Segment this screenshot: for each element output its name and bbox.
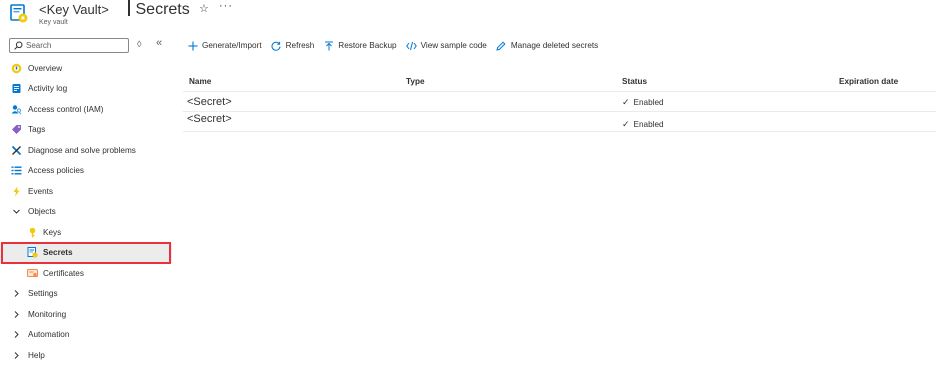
secret-name-link[interactable]: <Secret> (187, 113, 232, 125)
title-divider (128, 0, 130, 16)
edit-icon (496, 40, 507, 51)
lightning-icon (11, 186, 22, 197)
list-icon (11, 165, 22, 176)
secret-name-link[interactable]: <Secret> (187, 96, 232, 108)
sidebar-item-label: Tags (28, 125, 46, 135)
refresh-label: Refresh (285, 41, 315, 50)
sort-toggle-icon[interactable]: ◊ (137, 39, 141, 49)
manage-deleted-secrets-button[interactable]: Manage deleted secrets (496, 40, 598, 51)
sidebar-item-label: Automation (28, 330, 70, 340)
favorite-star-icon[interactable]: ☆ (199, 2, 209, 15)
column-header-expiration[interactable]: Expiration date (839, 77, 898, 86)
sidebar-item-secrets[interactable]: Secrets (0, 242, 172, 263)
table-row[interactable]: <Secret> ✓ Enabled (183, 92, 936, 112)
view-sample-code-label: View sample code (420, 41, 487, 50)
chevron-right-icon (11, 309, 22, 320)
chevron-right-icon (11, 350, 22, 361)
checkmark-icon: ✓ (622, 97, 630, 107)
sidebar-item-label: Keys (43, 227, 62, 237)
table-header: Name Type Status Expiration date (183, 72, 936, 92)
overview-icon (11, 63, 22, 74)
checkmark-icon: ✓ (622, 119, 630, 129)
status-text: Enabled (633, 120, 664, 129)
column-header-status[interactable]: Status (622, 77, 647, 86)
sidebar-item-label: Certificates (43, 268, 84, 278)
plus-icon (187, 40, 198, 51)
sidebar-item-label: Diagnose and solve problems (28, 145, 136, 155)
chevron-right-icon (11, 288, 22, 299)
generate-import-button[interactable]: Generate/Import (187, 40, 262, 51)
code-icon (405, 40, 417, 51)
refresh-button[interactable]: Refresh (271, 40, 315, 51)
resource-type: Key vault (39, 19, 68, 26)
upload-icon (323, 40, 334, 51)
sidebar-item-events[interactable]: Events (0, 181, 172, 202)
secret-icon (27, 247, 38, 258)
command-bar: Generate/Import Refresh Restore Backup V… (187, 38, 607, 53)
secrets-table: Name Type Status Expiration date <Secret… (183, 72, 936, 132)
sidebar-group-settings[interactable]: Settings (0, 284, 172, 305)
view-sample-code-button[interactable]: View sample code (405, 40, 487, 51)
certificate-icon (27, 268, 38, 279)
sidebar-nav: Overview Activity log Access control (IA… (0, 58, 172, 366)
wrench-icon (11, 145, 22, 156)
status-cell: ✓ Enabled (622, 119, 664, 130)
more-options-icon[interactable]: ··· (219, 0, 233, 12)
table-row[interactable]: <Secret> ✓ Enabled (183, 112, 936, 132)
sidebar-item-label: Help (28, 350, 45, 360)
key-icon (27, 227, 38, 238)
collapse-sidebar-icon[interactable]: « (156, 37, 162, 49)
sidebar-item-label: Secrets (43, 248, 73, 258)
sidebar-group-monitoring[interactable]: Monitoring (0, 304, 172, 325)
sidebar-item-label: Access control (IAM) (28, 104, 104, 114)
restore-backup-button[interactable]: Restore Backup (323, 40, 397, 51)
sidebar-item-label: Objects (28, 207, 56, 217)
sidebar-item-diagnose[interactable]: Diagnose and solve problems (0, 140, 172, 161)
sidebar-item-overview[interactable]: Overview (0, 58, 172, 79)
sidebar-item-label: Events (28, 186, 54, 196)
chevron-down-icon (11, 206, 22, 217)
sidebar-item-access-policies[interactable]: Access policies (0, 161, 172, 182)
sidebar-group-objects[interactable]: Objects (0, 202, 172, 223)
sidebar-item-tags[interactable]: Tags (0, 120, 172, 141)
search-input[interactable] (26, 41, 126, 50)
sidebar-item-certificates[interactable]: Certificates (0, 263, 172, 284)
sidebar-group-automation[interactable]: Automation (0, 325, 172, 346)
chevron-right-icon (11, 329, 22, 340)
column-header-type[interactable]: Type (406, 77, 425, 86)
column-header-name[interactable]: Name (189, 77, 211, 86)
refresh-icon (271, 40, 282, 51)
search-icon (14, 41, 23, 50)
page-title: Secrets (128, 0, 190, 19)
manage-deleted-secrets-label: Manage deleted secrets (510, 41, 599, 50)
sidebar-item-label: Activity log (28, 84, 68, 94)
sidebar-search[interactable] (9, 38, 129, 53)
status-cell: ✓ Enabled (622, 97, 664, 108)
sidebar-item-keys[interactable]: Keys (0, 222, 172, 243)
sidebar-item-activity-log[interactable]: Activity log (0, 79, 172, 100)
restore-backup-label: Restore Backup (338, 41, 397, 50)
page-header: <Key Vault> Key vault Secrets ☆ ··· (0, 0, 936, 34)
activity-log-icon (11, 83, 22, 94)
sidebar-item-label: Settings (28, 289, 58, 299)
access-control-icon (11, 104, 22, 115)
resource-name: <Key Vault> (39, 2, 109, 17)
sidebar-item-label: Monitoring (28, 309, 67, 319)
key-vault-icon (9, 3, 29, 25)
status-text: Enabled (633, 98, 664, 107)
sidebar-item-label: Overview (28, 63, 63, 73)
page-title-text: Secrets (135, 1, 190, 18)
tag-icon (11, 124, 22, 135)
sidebar-item-label: Access policies (28, 166, 84, 176)
sidebar-item-access-control[interactable]: Access control (IAM) (0, 99, 172, 120)
generate-import-label: Generate/Import (202, 41, 262, 50)
sidebar-group-help[interactable]: Help (0, 345, 172, 366)
